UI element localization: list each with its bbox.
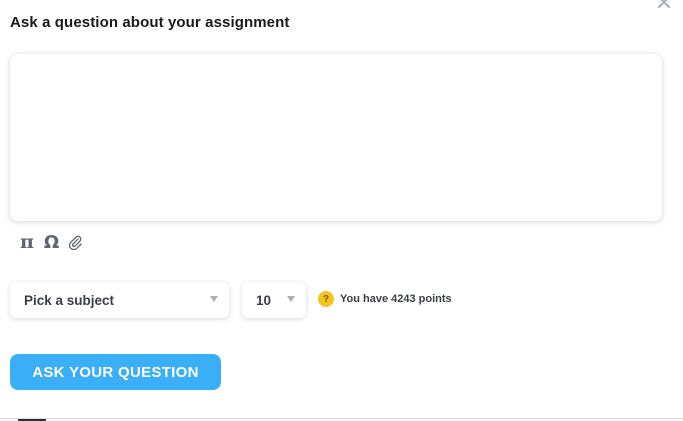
points-text: You have 4243 points: [340, 293, 452, 305]
pi-symbol-button[interactable]: π: [20, 231, 34, 253]
coin-icon: ?: [318, 291, 334, 307]
points-select-value: 10: [256, 292, 272, 308]
question-input[interactable]: [10, 54, 662, 221]
points-info: ? You have 4243 points: [318, 291, 452, 307]
chevron-down-icon: [210, 296, 218, 302]
dialog-title: Ask a question about your assignment: [10, 14, 290, 31]
omega-symbol-button[interactable]: Ω: [44, 232, 59, 253]
close-icon: [657, 0, 671, 9]
ask-question-button[interactable]: ASK YOUR QUESTION: [10, 354, 221, 390]
close-button[interactable]: [656, 0, 676, 12]
divider: [0, 418, 683, 419]
subject-select[interactable]: Pick a subject: [10, 282, 229, 318]
subject-select-value: Pick a subject: [24, 292, 115, 308]
attach-file-button[interactable]: [68, 235, 83, 250]
editor-toolbar: π Ω: [20, 231, 93, 253]
points-select[interactable]: 10: [242, 282, 306, 318]
chevron-down-icon: [287, 296, 295, 302]
paperclip-icon: [69, 235, 83, 250]
